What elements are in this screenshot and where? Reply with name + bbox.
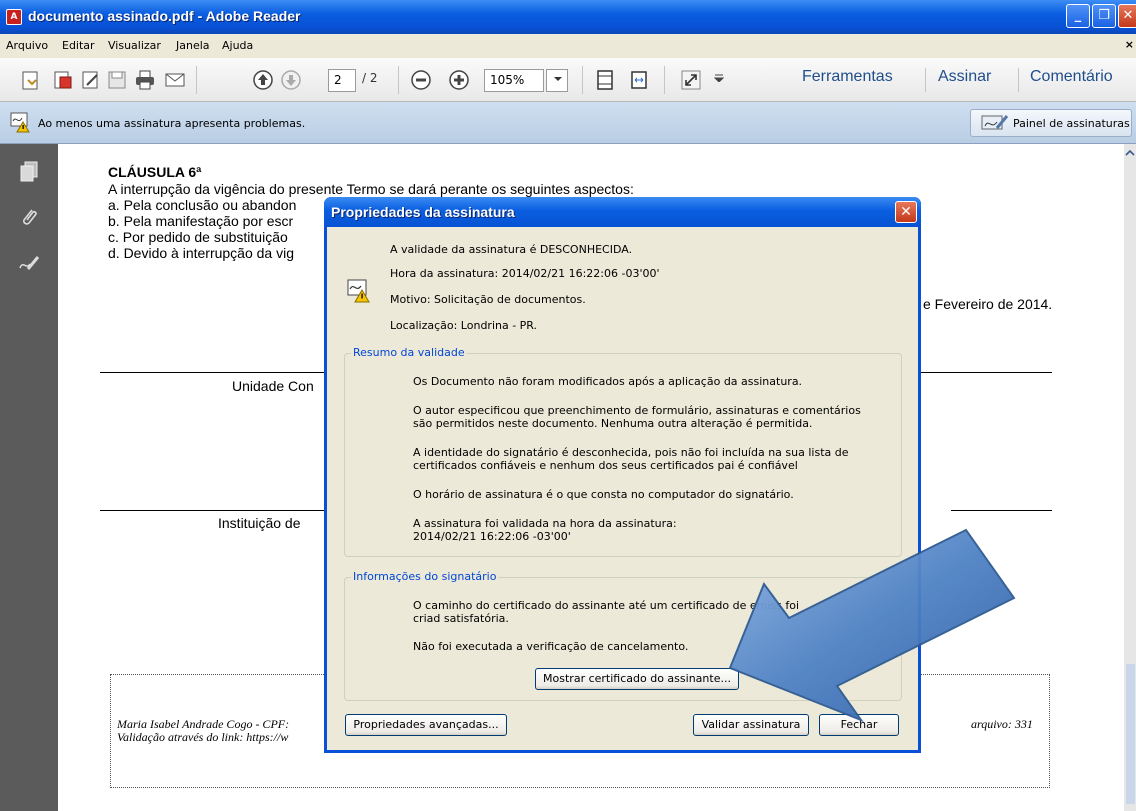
toolbar-separator (398, 66, 399, 94)
toolbar-separator (582, 66, 583, 94)
validity-summary-label: Resumo da validade (351, 346, 467, 359)
signature-warning-icon (10, 112, 30, 133)
next-page-icon[interactable] (280, 69, 302, 91)
attachments-paperclip-icon[interactable] (18, 206, 40, 228)
signer-line-revocation: Não foi executada a verificação de cance… (413, 640, 689, 653)
pages-thumbnail-icon[interactable] (18, 160, 40, 182)
validate-signature-button[interactable]: Validar assinatura (693, 714, 809, 736)
vertical-scrollbar[interactable] (1124, 144, 1136, 811)
clause-item-c: c. Por pedido de substituição (108, 229, 288, 245)
minimize-button[interactable]: _ (1066, 4, 1090, 28)
navigation-pane (0, 144, 58, 811)
signature-reason-text: Motivo: Solicitação de documentos. (390, 293, 586, 306)
signature-panel-button[interactable]: Painel de assinaturas (970, 109, 1132, 137)
page-number-input[interactable]: 2 (328, 69, 356, 92)
document-date: e Fevereiro de 2014. (923, 296, 1053, 312)
footer-validation-link[interactable]: Validação através do link: https://w (117, 730, 288, 745)
dialog-close-button[interactable]: ✕ (895, 201, 917, 223)
summary-line-permissions: O autor especificou que preenchimento de… (413, 404, 861, 430)
validity-summary-group: Resumo da validade Os Documento não fora… (344, 346, 902, 557)
clause-title: CLÁUSULA 6ª (108, 164, 202, 180)
signature-properties-dialog: Propriedades da assinatura ✕ A validade … (324, 197, 921, 753)
combine-files-icon[interactable] (52, 69, 74, 91)
full-screen-icon[interactable] (680, 69, 702, 91)
maximize-button[interactable]: ❐ (1092, 4, 1116, 28)
toolbar-separator (1018, 68, 1019, 92)
toolbar: 2 / 2 105% Ferramentas Assinar Comentári… (0, 58, 1136, 102)
signature-info-bar: Ao menos uma assinatura apresenta proble… (0, 102, 1136, 144)
fit-width-icon[interactable] (628, 69, 650, 91)
toolbar-separator (925, 68, 926, 92)
signatures-nav-icon[interactable] (18, 252, 40, 274)
tools-link[interactable]: Ferramentas (802, 68, 893, 86)
window-title-bar: A documento assinado.pdf - Adobe Reader … (0, 0, 1136, 34)
footer-file-text: arquivo: 331 (971, 717, 1033, 731)
email-icon[interactable] (164, 69, 186, 91)
create-pdf-icon[interactable] (20, 69, 42, 91)
close-dialog-button[interactable]: Fechar (819, 714, 899, 736)
fit-page-icon[interactable] (594, 69, 616, 91)
menu-bar: Arquivo Editar Visualizar Janela Ajuda × (0, 34, 1136, 58)
menu-visualizar[interactable]: Visualizar (108, 39, 161, 52)
summary-line-unmodified: Os Documento não foram modificados após … (413, 375, 803, 388)
institution-signature-label: Instituição de (218, 515, 301, 531)
menu-close-icon[interactable]: × (1125, 38, 1134, 51)
adobe-reader-icon: A (6, 9, 22, 25)
signature-line (951, 510, 1052, 511)
signature-time-text: Hora da assinatura: 2014/02/21 16:22:06 … (390, 267, 660, 280)
signature-location-text: Localização: Londrina - PR. (390, 319, 538, 332)
menu-editar[interactable]: Editar (62, 39, 95, 52)
window-close-button[interactable]: ✕ (1118, 4, 1136, 28)
clause-intro: A interrupção da vigência do presente Te… (108, 181, 634, 197)
show-signer-certificate-button[interactable]: Mostrar certificado do assinante... (535, 668, 739, 690)
print-icon[interactable] (134, 69, 156, 91)
summary-line-time-source: O horário de assinatura é o que consta n… (413, 488, 794, 501)
zoom-out-icon[interactable] (410, 69, 432, 91)
scrollbar-thumb[interactable] (1126, 664, 1135, 804)
signature-line (100, 510, 330, 511)
menu-janela[interactable]: Janela (176, 39, 210, 52)
clause-item-a: a. Pela conclusão ou abandon (108, 197, 297, 213)
signature-line (920, 372, 1052, 373)
toolbar-more-chevron-down-icon[interactable] (708, 69, 730, 91)
signer-info-label: Informações do signatário (351, 570, 499, 583)
signer-line-certificate-path: O caminho do certificado do assinante at… (413, 599, 799, 625)
comment-link[interactable]: Comentário (1030, 68, 1113, 86)
clause-item-d: d. Devido à interrupção da vig (108, 245, 294, 261)
save-icon[interactable] (106, 69, 128, 91)
edit-icon[interactable] (80, 69, 102, 91)
signature-pen-icon (981, 115, 1009, 131)
toolbar-separator (664, 66, 665, 94)
signature-line (100, 372, 330, 373)
advanced-properties-button[interactable]: Propriedades avançadas... (345, 714, 507, 736)
dialog-title: Propriedades da assinatura (331, 204, 515, 220)
summary-line-identity: A identidade do signatário é desconhecid… (413, 446, 849, 472)
menu-ajuda[interactable]: Ajuda (222, 39, 253, 52)
signature-problem-message: Ao menos uma assinatura apresenta proble… (38, 117, 306, 130)
page-total: / 2 (362, 71, 378, 85)
signature-validity-text: A validade da assinatura é DESCONHECIDA. (390, 243, 633, 256)
dialog-title-bar: Propriedades da assinatura ✕ (324, 197, 921, 227)
sign-link[interactable]: Assinar (938, 68, 991, 86)
zoom-in-icon[interactable] (448, 69, 470, 91)
unit-signature-label: Unidade Con (232, 378, 314, 394)
dialog-body: A validade da assinatura é DESCONHECIDA.… (327, 227, 918, 750)
scroll-up-chevron-icon[interactable] (1124, 148, 1136, 160)
signature-panel-label: Painel de assinaturas (1013, 117, 1130, 130)
menu-arquivo[interactable]: Arquivo (6, 39, 48, 52)
window-title: documento assinado.pdf - Adobe Reader (28, 8, 301, 24)
previous-page-icon[interactable] (252, 69, 274, 91)
clause-item-b: b. Pela manifestação por escr (108, 213, 294, 229)
zoom-level-input[interactable]: 105% (484, 69, 544, 92)
summary-line-validated: A assinatura foi validada na hora da ass… (413, 517, 677, 543)
signature-unknown-warning-icon (347, 279, 371, 303)
signer-info-group: Informações do signatário O caminho do c… (344, 570, 902, 701)
toolbar-separator (196, 66, 197, 94)
zoom-dropdown-chevron-down-icon[interactable] (546, 69, 568, 92)
